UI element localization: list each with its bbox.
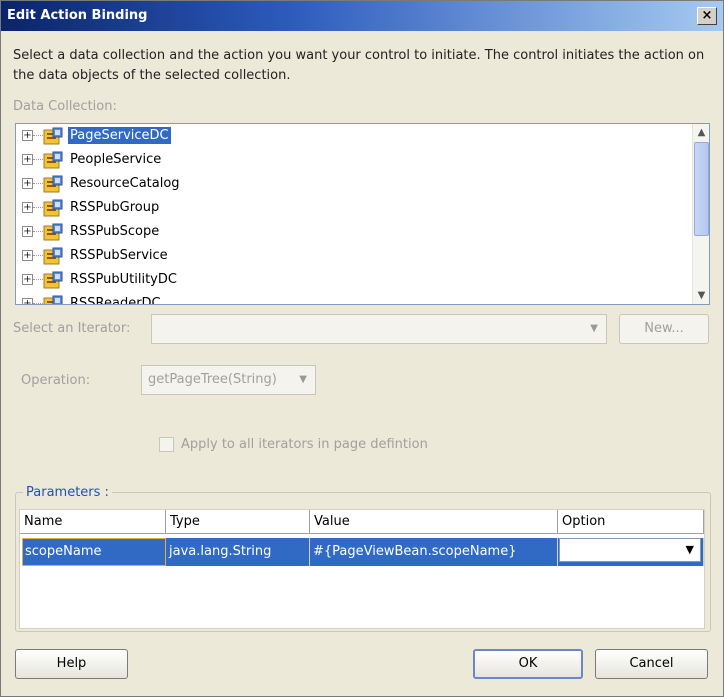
tree-item[interactable]: + PageServiceDC — [16, 124, 688, 148]
data-control-icon — [43, 271, 63, 289]
tree-item-label[interactable]: ResourceCatalog — [68, 175, 182, 192]
tree-item-label[interactable]: RSSPubUtilityDC — [68, 271, 179, 288]
tree-item[interactable]: + RSSPubUtilityDC — [16, 268, 688, 292]
data-control-icon — [43, 151, 63, 169]
tree-connector — [33, 183, 43, 184]
ok-button[interactable]: OK — [473, 649, 583, 679]
column-header-type[interactable]: Type — [166, 510, 310, 534]
cancel-button[interactable]: Cancel — [595, 649, 708, 679]
chevron-down-icon: ▼ — [590, 323, 598, 334]
data-control-icon — [43, 247, 63, 265]
scroll-up-icon[interactable]: ▲ — [694, 125, 709, 140]
close-button[interactable]: × — [697, 7, 717, 25]
expand-icon[interactable]: + — [22, 202, 33, 213]
tree-connector — [33, 231, 43, 232]
title-bar[interactable]: Edit Action Binding × — [1, 1, 723, 31]
tree-item[interactable]: + RSSPubScope — [16, 220, 688, 244]
expand-icon[interactable]: + — [22, 226, 33, 237]
column-header-value[interactable]: Value — [310, 510, 558, 534]
expand-icon[interactable]: + — [22, 154, 33, 165]
tree-connector — [33, 207, 43, 208]
operation-value: getPageTree(String) — [148, 372, 277, 387]
tree-item[interactable]: + ResourceCatalog — [16, 172, 688, 196]
scroll-down-icon[interactable]: ▼ — [694, 288, 709, 303]
apply-all-checkbox[interactable] — [159, 437, 174, 452]
tree-connector — [33, 159, 43, 160]
help-button[interactable]: Help — [15, 649, 128, 679]
dialog-description: Select a data collection and the action … — [13, 48, 705, 83]
tree-item-label[interactable]: RSSPubGroup — [68, 199, 161, 216]
tree-item-label[interactable]: RSSPubService — [68, 247, 170, 264]
expand-icon[interactable]: + — [22, 178, 33, 189]
option-select[interactable]: ▼ — [559, 538, 701, 562]
tree-connector — [33, 255, 43, 256]
data-control-icon — [43, 295, 63, 304]
param-name-cell[interactable]: scopeName — [22, 538, 166, 566]
tree-item[interactable]: + RSSPubGroup — [16, 196, 688, 220]
tree-item-label[interactable]: RSSReaderDC — [68, 295, 163, 304]
new-iterator-button[interactable]: New... — [619, 314, 709, 344]
column-header-name[interactable]: Name — [20, 510, 166, 534]
parameters-legend: Parameters : — [23, 485, 112, 500]
apply-all-label: Apply to all iterators in page defintion — [181, 437, 428, 452]
expand-icon[interactable]: + — [22, 130, 33, 141]
chevron-down-icon: ▼ — [685, 543, 694, 556]
data-control-icon — [43, 175, 63, 193]
tree-item[interactable]: + RSSPubService — [16, 244, 688, 268]
expand-icon[interactable]: + — [22, 298, 33, 304]
tree-item-label[interactable]: RSSPubScope — [68, 223, 161, 240]
operation-label: Operation: — [21, 373, 91, 388]
dialog-title: Edit Action Binding — [7, 8, 148, 23]
parameters-table: Name Type Value Option scopeName java.la… — [19, 509, 705, 629]
tree-scrollbar[interactable]: ▲ ▼ — [692, 124, 709, 304]
tree-item[interactable]: + PeopleService — [16, 148, 688, 172]
data-control-icon — [43, 127, 63, 145]
expand-icon[interactable]: + — [22, 250, 33, 261]
iterator-select[interactable]: ▼ — [151, 314, 607, 344]
edit-action-binding-dialog: Edit Action Binding × Select a data coll… — [0, 0, 724, 697]
tree-connector — [33, 279, 43, 280]
expand-icon[interactable]: + — [22, 274, 33, 285]
tree-connector — [33, 135, 43, 136]
data-collection-tree[interactable]: + PageServiceDC + PeopleService + ResourceCat… — [15, 123, 710, 305]
tree-connector — [33, 303, 43, 304]
scroll-thumb[interactable] — [694, 142, 709, 236]
data-collection-label: Data Collection: — [13, 99, 117, 114]
operation-select[interactable]: getPageTree(String) ▼ — [141, 365, 316, 395]
column-header-option[interactable]: Option — [558, 510, 704, 534]
tree-item[interactable]: + RSSReaderDC — [16, 292, 688, 304]
param-type-cell[interactable]: java.lang.String — [166, 538, 310, 566]
param-value-cell[interactable]: #{PageViewBean.scopeName} — [310, 538, 558, 566]
tree-item-label[interactable]: PeopleService — [68, 151, 163, 168]
data-control-icon — [43, 223, 63, 241]
chevron-down-icon: ▼ — [299, 374, 307, 385]
iterator-label: Select an Iterator: — [13, 321, 131, 336]
tree-item-label[interactable]: PageServiceDC — [67, 126, 172, 145]
data-control-icon — [43, 199, 63, 217]
